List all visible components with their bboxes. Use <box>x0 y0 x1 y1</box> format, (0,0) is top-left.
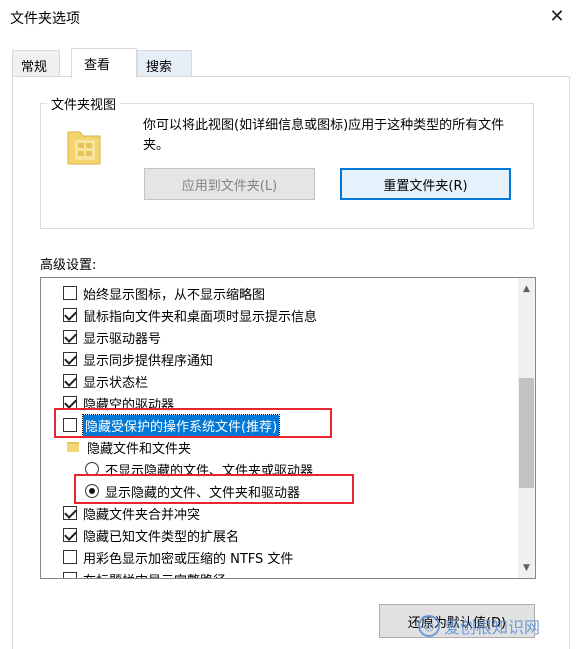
title-bar: 文件夹选项 ✕ <box>0 0 580 34</box>
folder-views-description: 你可以将此视图(如详细信息或图标)应用于这种类型的所有文件夹。 <box>143 118 505 153</box>
close-button[interactable]: ✕ <box>544 4 570 28</box>
checkbox[interactable] <box>63 286 77 300</box>
list-item-label: 不显示隐藏的文件、文件夹或驱动器 <box>105 463 314 479</box>
list-item-label: 显示状态栏 <box>83 375 149 391</box>
checkbox[interactable] <box>63 352 77 366</box>
checkbox[interactable] <box>63 572 77 578</box>
list-item-label: 隐藏文件和文件夹 <box>87 441 192 457</box>
radio-button[interactable] <box>85 484 99 498</box>
checkbox[interactable] <box>63 550 77 564</box>
tab-view[interactable]: 查看 <box>71 48 137 78</box>
tab-search[interactable]: 搜索 <box>137 50 192 76</box>
checkbox[interactable] <box>63 374 77 388</box>
scrollbar[interactable]: ▲ ▼ <box>518 278 535 578</box>
close-icon: ✕ <box>549 5 565 27</box>
folder-icon <box>67 442 79 452</box>
list-item-label: 用彩色显示加密或压缩的 NTFS 文件 <box>83 551 294 567</box>
list-item-label: 在标题栏中显示完整路径 <box>83 570 226 579</box>
list-item[interactable]: 在标题栏中显示完整路径 <box>63 568 226 579</box>
list-item[interactable]: 显示状态栏 <box>63 370 148 392</box>
list-item-label: 隐藏文件夹合并冲突 <box>83 507 201 523</box>
list-item[interactable]: 显示同步提供程序通知 <box>63 348 213 370</box>
list-item-label: 鼠标指向文件夹和桌面项时显示提示信息 <box>83 309 318 325</box>
list-item[interactable]: 隐藏空的驱动器 <box>63 392 174 414</box>
advanced-settings-label: 高级设置: <box>40 258 97 273</box>
list-item-label: 始终显示图标，从不显示缩略图 <box>83 287 266 303</box>
watermark-logo-icon: ◎ <box>418 615 440 637</box>
list-item[interactable]: 隐藏受保护的操作系统文件(推荐) <box>63 413 281 437</box>
list-item-label: 显示同步提供程序通知 <box>83 353 214 369</box>
radio-button[interactable] <box>85 462 99 476</box>
watermark: ◎ 爱创根知识网 <box>418 614 540 638</box>
checkbox[interactable] <box>63 308 77 322</box>
list-item[interactable]: 鼠标指向文件夹和桌面项时显示提示信息 <box>63 304 317 326</box>
scroll-down-icon[interactable]: ▼ <box>518 559 535 576</box>
list-item[interactable]: 显示隐藏的文件、文件夹和驱动器 <box>85 480 300 502</box>
checkbox[interactable] <box>63 330 77 344</box>
list-item-label-selected: 隐藏受保护的操作系统文件(推荐) <box>81 413 281 437</box>
list-item-label: 隐藏空的驱动器 <box>83 397 175 413</box>
list-item[interactable]: 用彩色显示加密或压缩的 NTFS 文件 <box>63 546 293 568</box>
list-item-label: 显示隐藏的文件、文件夹和驱动器 <box>105 485 301 501</box>
list-item[interactable]: 显示驱动器号 <box>63 326 161 348</box>
tab-general[interactable]: 常规 <box>12 50 60 76</box>
list-item-label: 显示驱动器号 <box>83 331 162 347</box>
checkbox[interactable] <box>63 396 77 410</box>
scroll-up-icon[interactable]: ▲ <box>518 280 535 297</box>
reset-folders-button[interactable]: 重置文件夹(R) <box>340 168 511 200</box>
checkbox[interactable] <box>63 528 77 542</box>
list-item[interactable]: 隐藏已知文件类型的扩展名 <box>63 524 239 546</box>
advanced-settings-list[interactable]: 始终显示图标，从不显示缩略图 鼠标指向文件夹和桌面项时显示提示信息 显示驱动器号… <box>40 277 536 579</box>
window-title: 文件夹选项 <box>10 11 80 27</box>
watermark-text: 爱创根知识网 <box>444 618 541 637</box>
list-item[interactable]: 不显示隐藏的文件、文件夹或驱动器 <box>85 458 313 480</box>
list-item[interactable]: 隐藏文件夹合并冲突 <box>63 502 200 524</box>
folder-icon <box>67 131 101 165</box>
checkbox[interactable] <box>63 418 77 432</box>
list-item-label: 隐藏已知文件类型的扩展名 <box>83 529 240 545</box>
list-item: 隐藏文件和文件夹 <box>67 436 191 458</box>
checkbox[interactable] <box>63 506 77 520</box>
list-item[interactable]: 始终显示图标，从不显示缩略图 <box>63 282 265 304</box>
apply-to-folders-button[interactable]: 应用到文件夹(L) <box>144 168 315 200</box>
folder-views-title: 文件夹视图 <box>47 94 121 113</box>
scroll-thumb[interactable] <box>519 378 534 488</box>
